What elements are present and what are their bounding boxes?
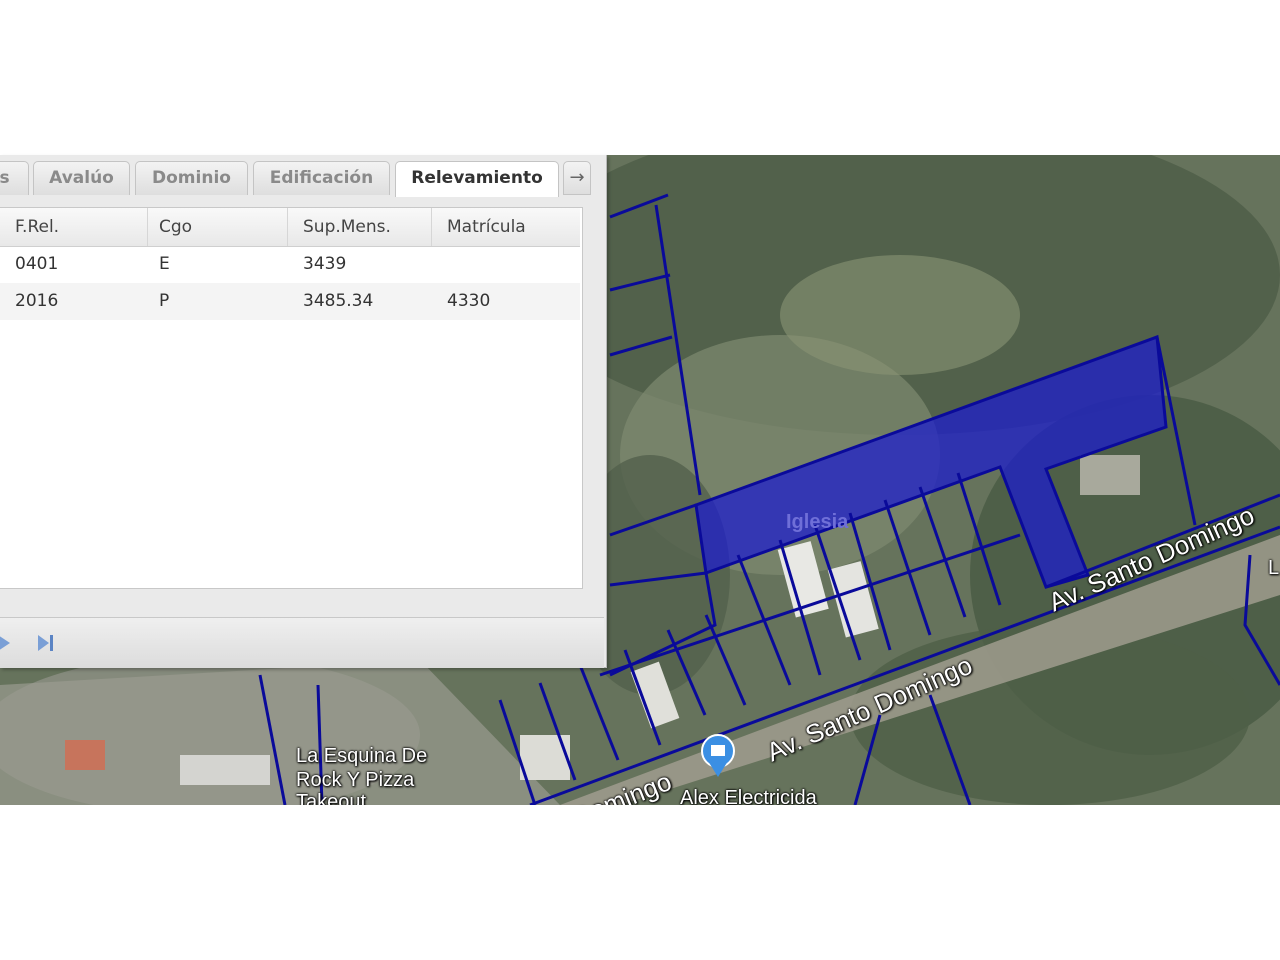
table-row[interactable]: 2016 P 3485.34 4330 bbox=[0, 283, 580, 320]
tab-scroll-right-icon[interactable]: → bbox=[563, 161, 591, 195]
column-header-sup-mens[interactable]: Sup.Mens. bbox=[288, 208, 432, 246]
cell-sup-mens: 3439 bbox=[303, 254, 347, 274]
next-page-icon[interactable] bbox=[0, 630, 18, 656]
column-header-matricula[interactable]: Matrícula bbox=[432, 208, 580, 246]
cell-frel: 0401 bbox=[15, 254, 59, 274]
parcel-info-panel: s Avalúo Dominio Edificación Relevamient… bbox=[0, 155, 607, 668]
last-page-icon[interactable] bbox=[34, 630, 58, 656]
table-row[interactable]: 0401 E 3439 bbox=[0, 246, 580, 283]
tab-relevamiento[interactable]: Relevamiento bbox=[395, 161, 559, 197]
tab-edificacion[interactable]: Edificación bbox=[253, 161, 390, 195]
grid-header: F.Rel. Cgo Sup.Mens. Matrícula bbox=[0, 208, 580, 247]
cell-cgo: P bbox=[159, 291, 170, 311]
cell-cgo: E bbox=[159, 254, 170, 274]
place-label: Alex Electricida bbox=[680, 787, 817, 805]
tab-avaluo[interactable]: Avalúo bbox=[33, 161, 130, 195]
tab-previous[interactable]: s bbox=[0, 161, 29, 195]
cell-frel: 2016 bbox=[15, 291, 59, 311]
column-header-cgo[interactable]: Cgo bbox=[144, 208, 288, 246]
cell-sup-mens: 3485.34 bbox=[303, 291, 374, 311]
tab-dominio[interactable]: Dominio bbox=[135, 161, 248, 195]
pager-toolbar bbox=[0, 617, 604, 668]
place-label: Takeout bbox=[296, 791, 367, 805]
place-label: L bbox=[1268, 557, 1280, 579]
cell-matricula bbox=[432, 246, 447, 283]
cell-matricula: 4330 bbox=[447, 291, 491, 311]
grid-body: F.Rel. Cgo Sup.Mens. Matrícula 0401 E 34… bbox=[0, 207, 583, 589]
place-label: Iglesia bbox=[786, 511, 849, 533]
place-label: Rock Y Pizza bbox=[296, 769, 415, 791]
tab-bar: s Avalúo Dominio Edificación Relevamient… bbox=[0, 155, 606, 197]
place-label: La Esquina De bbox=[296, 745, 428, 767]
column-header-frel[interactable]: F.Rel. bbox=[0, 208, 148, 246]
